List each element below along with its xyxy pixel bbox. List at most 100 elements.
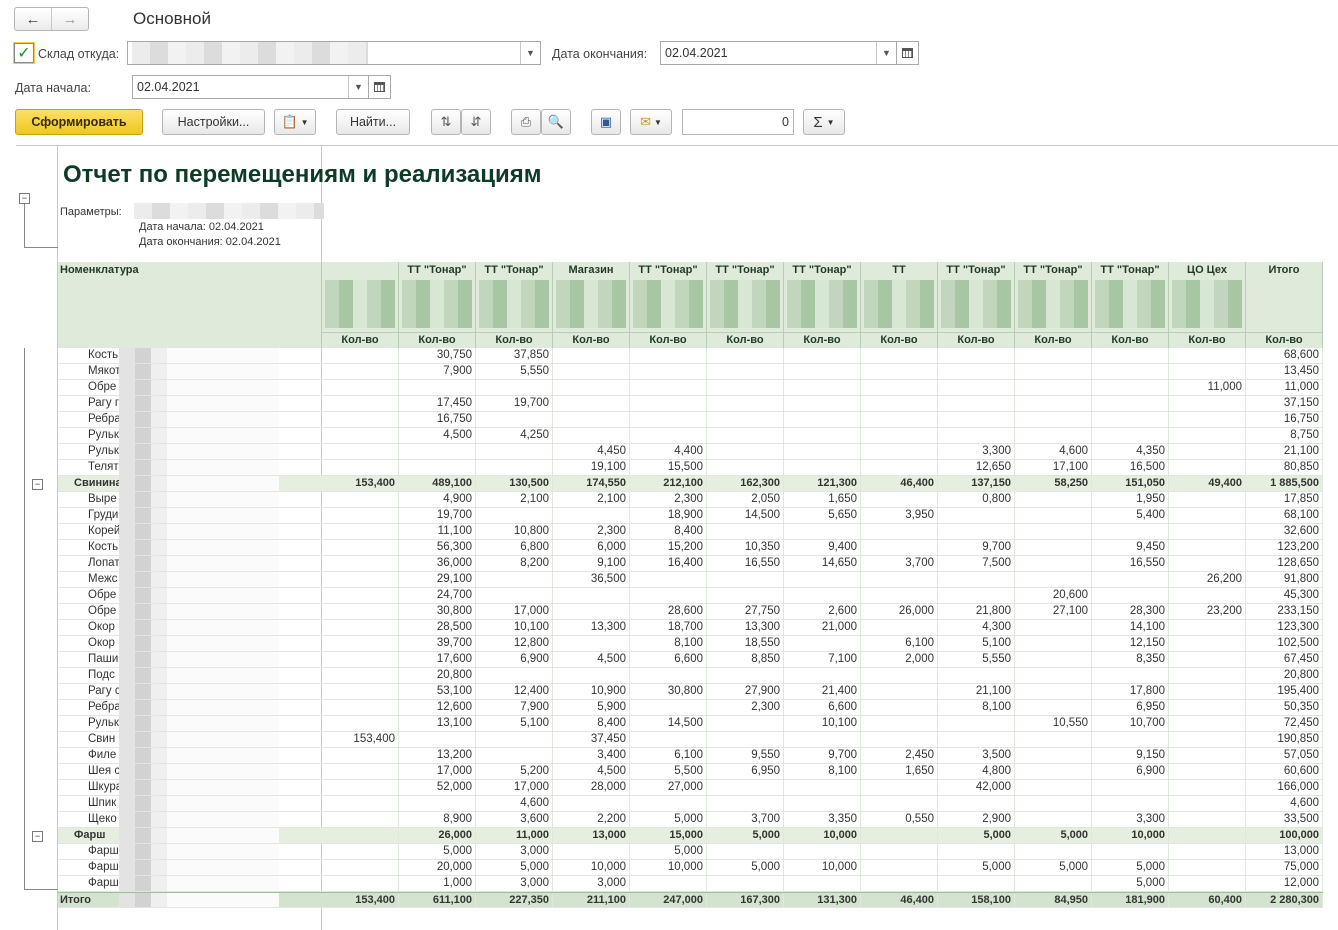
qty-cell: 9,550 [707, 748, 784, 763]
total-row[interactable]: Итого 153,400 611,100 227,350 211,100 247,000… [58, 892, 1323, 908]
qty-cell [322, 396, 399, 411]
qty-cell: 4,450 [553, 444, 630, 459]
qty-cell [553, 668, 630, 683]
table-row[interactable]: Обре 11,000 11,000 [58, 380, 1323, 396]
qty-cell [1169, 348, 1246, 363]
table-row[interactable]: Выре 4,900 2,100 2,100 2,300 2,050 1,650 0,800 1… [58, 492, 1323, 508]
collapse-icon[interactable]: − [19, 193, 30, 204]
warehouse-field[interactable]: ▼ [127, 41, 541, 65]
table-row[interactable]: Щеко 8,900 3,600 2,200 5,000 3,700 3,350 0,550 2… [58, 812, 1323, 828]
table-row[interactable]: Свин 153,400 37,450 190,850 [58, 732, 1323, 748]
sort-asc-button[interactable]: ⇅ [431, 109, 461, 135]
preview-button[interactable]: 🔍 [541, 109, 571, 135]
table-row[interactable]: Ребра 16,750 16,750 [58, 412, 1323, 428]
save-button[interactable]: ▣ [591, 109, 621, 135]
nomenclature-label: Мякот [88, 365, 121, 377]
table-row[interactable]: Шпик 4,600 4,600 [58, 796, 1323, 812]
qty-cell [1169, 364, 1246, 379]
forward-arrow-icon[interactable]: → [51, 8, 88, 30]
table-row[interactable]: Мякот 7,900 5,550 13,450 [58, 364, 1323, 380]
qty-cell [1015, 700, 1092, 715]
table-row[interactable]: Фарш 5,000 3,000 5,000 13,000 [58, 844, 1323, 860]
qty-cell: 20,800 [1246, 668, 1323, 683]
qty-cell [861, 860, 938, 875]
qty-cell [322, 764, 399, 779]
sort-desc-button[interactable]: ⇵ [461, 109, 491, 135]
table-row[interactable]: Рульк 4,500 4,250 8,750 [58, 428, 1323, 444]
qty-cell: 162,300 [707, 476, 784, 491]
nomenclature-blurred [119, 812, 279, 827]
generate-button[interactable]: Сформировать [15, 109, 143, 135]
qty-cell [1015, 492, 1092, 507]
table-row[interactable]: Ребра 12,600 7,900 5,900 2,300 6,600 8,100 6,95… [58, 700, 1323, 716]
table-row[interactable]: Окор 28,500 10,100 13,300 18,700 13,300 21,000… [58, 620, 1323, 636]
variants-button[interactable]: 📋 ▼ [274, 109, 316, 135]
chevron-down-icon[interactable]: ▼ [520, 42, 540, 64]
print-button[interactable]: ⎙ [511, 109, 541, 135]
qty-cell [861, 716, 938, 731]
table-row[interactable]: Лопат 36,000 8,200 9,100 16,400 16,550 14,650 3… [58, 556, 1323, 572]
qty-cell: 46,400 [861, 476, 938, 491]
qty-cell [553, 396, 630, 411]
table-row[interactable]: Обре 30,800 17,000 28,600 27,750 2,600 26,000 2… [58, 604, 1323, 620]
qty-cell: 233,150 [1246, 604, 1323, 619]
table-row[interactable]: Обре 24,700 20,600 45,300 [58, 588, 1323, 604]
start-date-field[interactable]: 02.04.2021 ▼ [132, 75, 369, 99]
qty-cell [322, 780, 399, 795]
group-row[interactable]: Фарш 26,000 11,000 13,000 15,000 5,000 10,000 5… [58, 828, 1323, 844]
qty-cell [861, 780, 938, 795]
find-button[interactable]: Найти... [336, 109, 410, 135]
chevron-down-icon[interactable]: ▼ [876, 42, 896, 64]
collapse-icon[interactable]: − [32, 831, 43, 842]
table-row[interactable]: Подс 20,800 20,800 [58, 668, 1323, 684]
qty-cell [1169, 748, 1246, 763]
warehouse-checkbox[interactable]: ✓ [14, 43, 34, 63]
start-date-value: 02.04.2021 [137, 80, 200, 94]
group-row[interactable]: Свинина 153,400 489,100 130,500 174,550 212,1… [58, 476, 1323, 492]
nomenclature-label: Щеко [88, 813, 117, 825]
table-row[interactable]: Кость 56,300 6,800 6,000 15,200 10,350 9,400 9,… [58, 540, 1323, 556]
start-date-calendar-button[interactable] [369, 75, 391, 99]
end-date-calendar-button[interactable] [897, 41, 919, 65]
settings-button[interactable]: Настройки... [162, 109, 265, 135]
table-row[interactable]: Шея с 17,000 5,200 4,500 5,500 6,950 8,100 1,65… [58, 764, 1323, 780]
qty-cell: 123,300 [1246, 620, 1323, 635]
qty-cell: 32,600 [1246, 524, 1323, 539]
start-date-label: Дата начала: [15, 81, 91, 95]
table-row[interactable]: Паши 17,600 6,900 4,500 6,600 8,850 7,100 2,000… [58, 652, 1323, 668]
qty-cell [707, 796, 784, 811]
qty-cell: 3,350 [784, 812, 861, 827]
table-row[interactable]: Рульк 4,450 4,400 3,300 4,600 4,350 21,100 [58, 444, 1323, 460]
table-row[interactable]: Шкура 52,000 17,000 28,000 27,000 42,000 166,0… [58, 780, 1323, 796]
nomenclature-label: Фарш [88, 877, 119, 889]
nomenclature-label: Ребра [88, 413, 121, 425]
table-row[interactable]: Фарш 1,000 3,000 3,000 5,000 12,000 [58, 876, 1323, 892]
qty-cell: 2,100 [476, 492, 553, 507]
chevron-down-icon[interactable]: ▼ [348, 76, 368, 98]
qty-cell [399, 732, 476, 747]
table-row[interactable]: Рагу г 17,450 19,700 37,150 [58, 396, 1323, 412]
collapse-icon[interactable]: − [32, 479, 43, 490]
table-row[interactable]: Рульк 13,100 5,100 8,400 14,500 10,100 10,550 1… [58, 716, 1323, 732]
back-arrow-icon[interactable]: ← [15, 8, 51, 30]
qty-cell: 7,500 [938, 556, 1015, 571]
table-row[interactable]: Корей 11,100 10,800 2,300 8,400 32,600 [58, 524, 1323, 540]
qty-cell [707, 444, 784, 459]
table-row[interactable]: Межс 29,100 36,500 26,200 91,800 [58, 572, 1323, 588]
nomenclature-label: Лопат [88, 557, 120, 569]
table-row[interactable]: Окор 39,700 12,800 8,100 18,550 6,100 5,100 12,… [58, 636, 1323, 652]
qty-cell: 212,100 [630, 476, 707, 491]
qty-cell [476, 460, 553, 475]
table-row[interactable]: Филе 13,200 3,400 6,100 9,550 9,700 2,450 3,500… [58, 748, 1323, 764]
table-row[interactable]: Кость 30,750 37,850 68,600 [58, 348, 1323, 364]
counter-field[interactable]: 0 [682, 109, 794, 135]
qty-cell: 37,150 [1246, 396, 1323, 411]
end-date-field[interactable]: 02.04.2021 ▼ [660, 41, 897, 65]
table-row[interactable]: Рагу с 53,100 12,400 10,900 30,800 27,900 21,4… [58, 684, 1323, 700]
table-row[interactable]: Груди 19,700 18,900 14,500 5,650 3,950 5,400 68… [58, 508, 1323, 524]
report-area[interactable]: − Отчет по перемещениям и реализациям Па… [16, 145, 1338, 930]
send-mail-button[interactable]: ✉ ▼ [630, 109, 672, 135]
table-row[interactable]: Телят 19,100 15,500 12,650 17,100 16,500 80,85… [58, 460, 1323, 476]
sum-button[interactable]: Σ ▼ [803, 109, 845, 135]
table-row[interactable]: Фарш 20,000 5,000 10,000 10,000 5,000 10,000 5,… [58, 860, 1323, 876]
